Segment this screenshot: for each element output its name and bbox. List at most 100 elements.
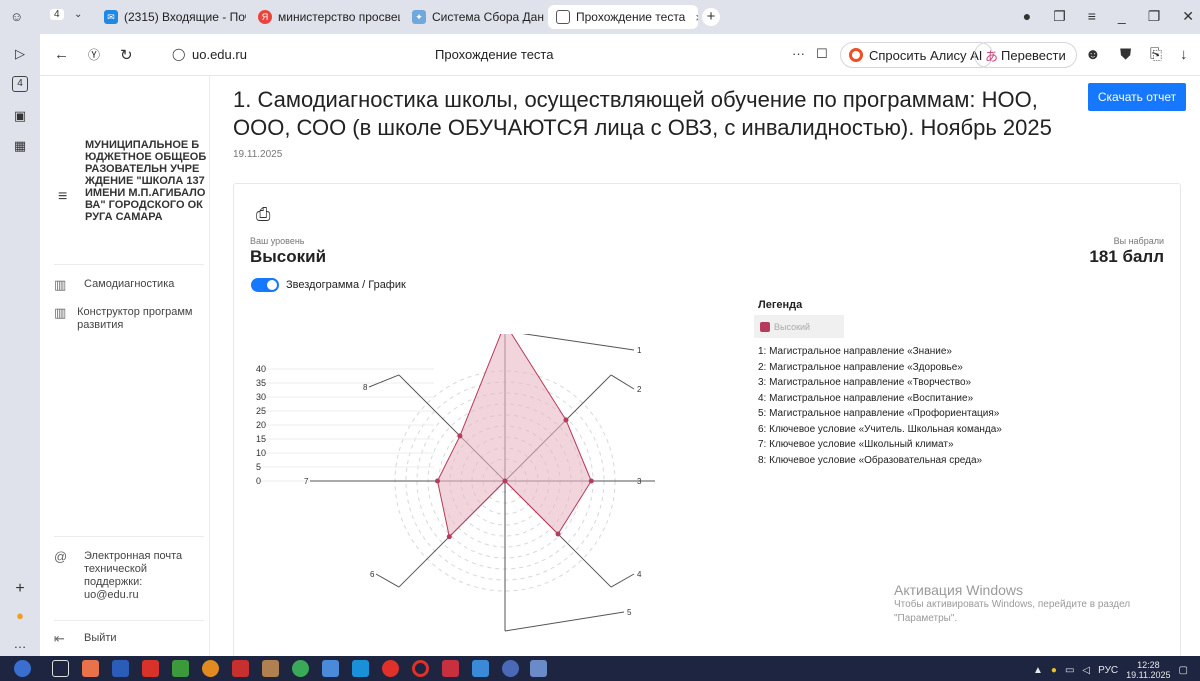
network-icon[interactable]: ▭ bbox=[1065, 665, 1074, 676]
notifications-icon[interactable]: ▢ bbox=[1179, 665, 1188, 676]
y-tick-label: 25 bbox=[256, 406, 266, 416]
app-icon[interactable] bbox=[172, 660, 189, 677]
shield-icon: ◯ bbox=[172, 47, 186, 61]
chevron-up-icon[interactable]: ▲ bbox=[1033, 665, 1043, 676]
bookmarks-icon[interactable]: ❐ bbox=[1053, 8, 1066, 25]
clock[interactable]: 12:28 19.11.2025 bbox=[1126, 660, 1170, 680]
restore-icon[interactable]: ❐ bbox=[1148, 8, 1161, 25]
app-icon[interactable] bbox=[202, 660, 219, 677]
document-download-icon[interactable]: ⎙ bbox=[256, 204, 270, 225]
task-view-icon[interactable] bbox=[52, 660, 69, 677]
axis-leader bbox=[375, 573, 400, 588]
axis-leader bbox=[610, 573, 635, 588]
reload-icon[interactable]: ↻ bbox=[120, 46, 133, 64]
axis-label: 6 bbox=[370, 570, 375, 579]
yandex-browser-icon[interactable] bbox=[530, 660, 547, 677]
axis-leader bbox=[521, 334, 635, 351]
word-icon[interactable] bbox=[112, 660, 129, 677]
tab-mail[interactable]: ✉ (2315) Входящие - Почта bbox=[96, 5, 246, 29]
window-controls: ● ❐ ≡ _ ❐ ✕ bbox=[1023, 8, 1194, 25]
axis-label: 3 bbox=[637, 477, 642, 486]
more-icon[interactable]: … bbox=[10, 634, 30, 654]
hamburger-icon[interactable]: ≡ bbox=[58, 188, 67, 206]
app-icon[interactable] bbox=[472, 660, 489, 677]
translate-icon: あ bbox=[985, 48, 999, 64]
menu-icon[interactable]: ≡ bbox=[1088, 8, 1096, 25]
close-window-icon[interactable]: ✕ bbox=[1182, 8, 1194, 25]
organization-name: МУНИЦИПАЛЬНОЕ БЮДЖЕТНОЕ ОБЩЕОБРАЗОВАТЕЛЬ… bbox=[85, 139, 207, 223]
close-icon[interactable]: × bbox=[695, 10, 698, 25]
books-icon: ▥ bbox=[54, 305, 67, 320]
sidebar-item-program-builder[interactable]: ▥ Конструктор программ развития bbox=[54, 306, 204, 332]
tab-test[interactable]: Прохождение теста × bbox=[548, 5, 698, 29]
logout-label: Выйти bbox=[84, 632, 117, 644]
app-icon[interactable] bbox=[82, 660, 99, 677]
collections-icon[interactable]: ⎘ bbox=[1150, 46, 1162, 63]
add-icon[interactable]: + bbox=[10, 579, 30, 599]
data-point bbox=[457, 433, 463, 439]
apps-icon[interactable]: ▦ bbox=[10, 136, 30, 156]
axis-leader bbox=[610, 374, 635, 390]
app-tray-icon[interactable]: ● bbox=[1051, 665, 1057, 676]
protect-icon[interactable]: ⛊ bbox=[1120, 46, 1131, 63]
browser-menu-icon[interactable]: ☺ bbox=[10, 9, 23, 24]
minimize-icon[interactable]: _ bbox=[1118, 8, 1126, 25]
back-icon[interactable]: ← bbox=[54, 46, 69, 63]
image-icon[interactable]: ▣ bbox=[10, 106, 30, 126]
yandex-icon[interactable] bbox=[382, 660, 399, 677]
tab-count-badge[interactable]: 4 bbox=[50, 9, 64, 20]
chevron-down-icon[interactable]: ⌄ bbox=[74, 9, 82, 20]
app-icon[interactable] bbox=[232, 660, 249, 677]
data-point bbox=[555, 531, 561, 537]
sidebar-item-self-diagnostics[interactable]: ▥ Самодиагностика bbox=[54, 278, 174, 291]
axis-label: 8 bbox=[363, 383, 368, 392]
legend-item: 5: Магистральное направление «Профориент… bbox=[758, 408, 1000, 419]
volume-icon[interactable]: ◁ bbox=[1082, 665, 1090, 676]
support-email[interactable]: @ Электронная почта технической поддержк… bbox=[54, 550, 204, 602]
url-text[interactable]: uo.edu.ru bbox=[192, 47, 247, 62]
app-icon[interactable] bbox=[502, 660, 519, 677]
y-tick-label: 20 bbox=[256, 420, 266, 430]
y-tick-label: 0 bbox=[256, 476, 261, 486]
axis-label: 4 bbox=[637, 570, 642, 579]
legend-series-badge[interactable]: Высокий bbox=[754, 315, 844, 338]
download-report-button[interactable]: Скачать отчет bbox=[1088, 83, 1186, 111]
system-tray: ▲ ● ▭ ◁ РУС 12:28 19.11.2025 ▢ bbox=[1033, 660, 1188, 680]
series-label: Высокий bbox=[774, 321, 811, 332]
legend-item: 2: Магистральное направление «Здоровье» bbox=[758, 361, 963, 373]
tab-ministry[interactable]: Я министерство просвещен bbox=[250, 5, 400, 29]
start-icon[interactable] bbox=[14, 660, 31, 677]
legend-item: 3: Магистральное направление «Творчество… bbox=[758, 377, 972, 388]
bookmark-icon[interactable]: ☐ bbox=[816, 46, 828, 62]
app-icon[interactable] bbox=[322, 660, 339, 677]
pdf-icon[interactable] bbox=[142, 660, 159, 677]
app-icon[interactable] bbox=[262, 660, 279, 677]
page-title: 1. Самодиагностика школы, осуществляющей… bbox=[233, 87, 1052, 140]
ask-alisa-button[interactable]: Спросить Алису AI bbox=[840, 42, 994, 68]
axis-label: 1 bbox=[637, 346, 642, 355]
data-point bbox=[588, 478, 594, 484]
radar-chart: 0 5 10 15 20 25 30 35 40 1 2 3 4 5 6 7 8 bbox=[256, 334, 655, 632]
app-icon[interactable] bbox=[442, 660, 459, 677]
language-indicator[interactable]: РУС bbox=[1098, 665, 1118, 676]
axis-leader bbox=[368, 374, 400, 388]
opera-icon[interactable] bbox=[412, 660, 429, 677]
more-dots-icon[interactable]: ··· bbox=[792, 46, 805, 61]
tab-data-collection[interactable]: ✦ Система Сбора Данных bbox=[404, 5, 544, 29]
app-icon[interactable] bbox=[292, 660, 309, 677]
chart-mode-toggle[interactable] bbox=[251, 278, 279, 292]
translate-button[interactable]: あ Перевести bbox=[974, 42, 1077, 68]
ask-alisa-label: Спросить Алису AI bbox=[869, 47, 983, 63]
tabs-icon[interactable]: 4 bbox=[12, 76, 28, 92]
chart-mode-label: Звездограмма / График bbox=[286, 279, 406, 291]
new-tab-button[interactable]: + bbox=[702, 8, 720, 26]
play-icon[interactable]: ▷ bbox=[10, 44, 30, 64]
app-icon[interactable]: ● bbox=[10, 606, 30, 626]
yandex-logo-icon[interactable]: Ⓨ bbox=[88, 46, 100, 63]
profile-icon[interactable]: ● bbox=[1023, 8, 1031, 25]
extension-icon[interactable]: ☻ bbox=[1085, 46, 1101, 63]
logout-button[interactable]: ⇤ Выйти bbox=[54, 632, 117, 645]
activation-title: Активация Windows bbox=[894, 582, 1024, 598]
skype-icon[interactable] bbox=[352, 660, 369, 677]
download-icon[interactable]: ↓ bbox=[1180, 46, 1188, 63]
